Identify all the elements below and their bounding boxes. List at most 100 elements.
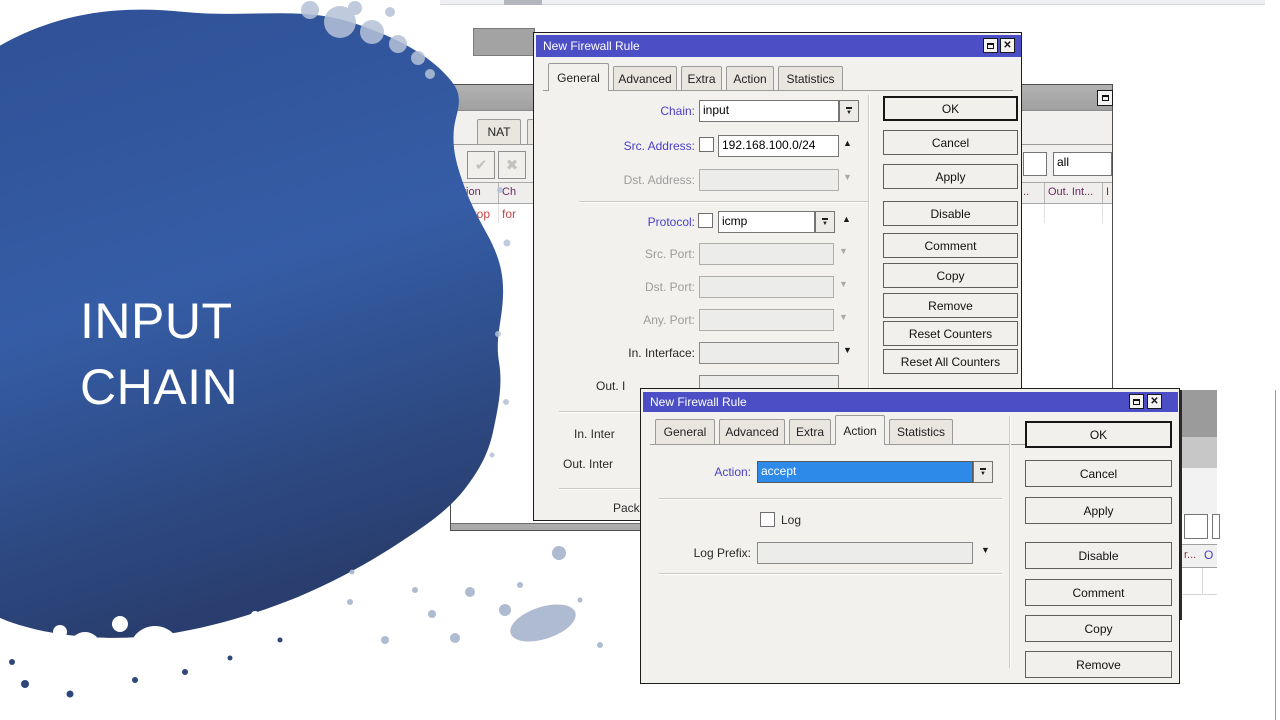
down-arrow-icon[interactable]: ▼ [839, 280, 848, 289]
reset-counters-button[interactable]: Reset Counters [883, 321, 1018, 346]
tab-statistics[interactable]: Statistics [778, 66, 843, 90]
down-arrow-icon[interactable]: ▼ [843, 173, 852, 182]
filter-box[interactable] [1023, 152, 1047, 176]
tab-advanced[interactable]: Advanced [613, 66, 677, 90]
slide-title: INPUT CHAIN [80, 288, 238, 420]
side-filter-box[interactable] [1184, 514, 1208, 539]
copy-button-label: Copy [1084, 622, 1112, 636]
src-port-label: Src. Port: [554, 247, 695, 261]
ok-button[interactable]: OK [883, 96, 1018, 121]
reset-all-counters-button-label: Reset All Counters [901, 355, 1000, 369]
close-button[interactable]: ✕ [1147, 394, 1162, 409]
column-header-i[interactable]: I [1106, 186, 1109, 198]
log-checkbox[interactable] [760, 512, 775, 527]
dialog2-title: New Firewall Rule [650, 395, 747, 409]
src-address-input[interactable]: 192.168.100.0/24 [718, 135, 839, 157]
dropdown-icon: ▼ [822, 218, 828, 227]
dst-address-input[interactable] [699, 169, 839, 191]
down-arrow-icon[interactable]: ▼ [843, 346, 852, 355]
apply-button[interactable]: Apply [883, 164, 1018, 189]
tab-general[interactable]: General [548, 63, 609, 91]
comment-button-label: Comment [924, 239, 976, 253]
maximize-icon [1102, 95, 1109, 101]
tab-extra[interactable]: Extra [681, 66, 722, 90]
copy-button[interactable]: Copy [1025, 615, 1172, 642]
any-port-label: Any. Port: [554, 313, 695, 327]
ok-button-label: OK [1090, 428, 1107, 442]
side-grid-line [1202, 568, 1203, 594]
dst-port-label: Dst. Port: [554, 280, 695, 294]
remove-button[interactable]: Remove [1025, 651, 1172, 678]
protocol-input[interactable]: icmp [718, 211, 815, 233]
separator [579, 201, 868, 203]
slide-canvas: NAT M ✔ ✖ all tion Ch r... Out. Int... I… [0, 0, 1280, 720]
dialog2-titlebar[interactable]: New Firewall Rule [643, 392, 1178, 412]
apply-button[interactable]: Apply [1025, 497, 1172, 524]
comment-button-label: Comment [1072, 586, 1124, 600]
separator [659, 498, 1002, 500]
log-prefix-input[interactable] [757, 542, 973, 564]
disable-button-label: Disable [930, 207, 970, 221]
any-port-input[interactable] [699, 309, 834, 331]
down-arrow-icon[interactable]: ▼ [839, 247, 848, 256]
src-address-checkbox[interactable] [699, 137, 714, 152]
copy-button[interactable]: Copy [883, 263, 1018, 288]
tab-action[interactable]: Action [835, 415, 885, 445]
maximize-button[interactable] [983, 38, 998, 53]
fields-buttons-divider [1009, 416, 1011, 668]
comment-button[interactable]: Comment [883, 233, 1018, 258]
tab-statistics[interactable]: Statistics [889, 419, 953, 444]
ok-button[interactable]: OK [1025, 421, 1172, 448]
out-interface-label: Out. I [596, 379, 625, 393]
column-header-out-int[interactable]: Out. Int... [1048, 186, 1093, 198]
action-dropdown-button[interactable]: ▼ [973, 461, 993, 483]
cancel-button[interactable]: Cancel [1025, 460, 1172, 487]
up-arrow-icon[interactable]: ▲ [842, 215, 851, 224]
reset-counters-button-label: Reset Counters [909, 327, 992, 341]
splash-blob [0, 10, 503, 638]
close-icon: ✕ [1003, 41, 1011, 51]
close-button[interactable]: ✕ [1000, 38, 1015, 53]
remove-button[interactable]: Remove [883, 293, 1018, 318]
src-port-input[interactable] [699, 243, 834, 265]
disable-button[interactable]: Disable [1025, 542, 1172, 569]
reset-all-counters-button[interactable]: Reset All Counters [883, 349, 1018, 374]
protocol-dropdown-button[interactable]: ▼ [815, 211, 835, 233]
up-arrow-icon[interactable]: ▲ [843, 139, 852, 148]
side-window-toolbar [1182, 437, 1217, 468]
chain-dropdown-button[interactable]: ▼ [839, 100, 859, 122]
tab-general[interactable]: General [655, 419, 715, 444]
maximize-button[interactable] [1097, 90, 1113, 106]
in-interface-input[interactable] [699, 342, 839, 364]
protocol-checkbox[interactable] [698, 213, 713, 228]
cancel-button[interactable]: Cancel [883, 130, 1018, 155]
dialog1-titlebar[interactable]: New Firewall Rule [536, 35, 1021, 57]
side-column-header-r[interactable]: r... [1184, 549, 1196, 561]
maximize-button[interactable] [1129, 394, 1144, 409]
down-arrow-icon[interactable]: ▼ [839, 313, 848, 322]
filter-chain-select[interactable]: all [1053, 152, 1112, 176]
column-divider[interactable] [1102, 183, 1103, 203]
dst-port-input[interactable] [699, 276, 834, 298]
chain-value: input [703, 103, 729, 117]
tab-advanced-label: Advanced [725, 425, 778, 439]
tab-extra[interactable]: Extra [789, 419, 831, 444]
dialog1-title: New Firewall Rule [543, 39, 640, 53]
action-label: Action: [671, 465, 751, 479]
chain-input[interactable]: input [699, 100, 839, 122]
side-window-panel [1182, 468, 1217, 514]
tab-action[interactable]: Action [726, 66, 774, 90]
column-divider[interactable] [1044, 183, 1045, 203]
comment-button[interactable]: Comment [1025, 579, 1172, 606]
filter-chain-value: all [1057, 155, 1069, 169]
side-filter-box-edge [1212, 514, 1220, 539]
tab-advanced[interactable]: Advanced [719, 419, 785, 444]
down-arrow-icon[interactable]: ▼ [981, 546, 990, 555]
tab-general-label: General [557, 71, 600, 85]
tab-advanced-label: Advanced [618, 72, 671, 86]
apply-button-label: Apply [935, 170, 965, 184]
side-list-body [1182, 568, 1217, 622]
side-column-header-o[interactable]: O [1204, 548, 1213, 562]
action-input[interactable]: accept [757, 461, 973, 483]
disable-button[interactable]: Disable [883, 201, 1018, 226]
